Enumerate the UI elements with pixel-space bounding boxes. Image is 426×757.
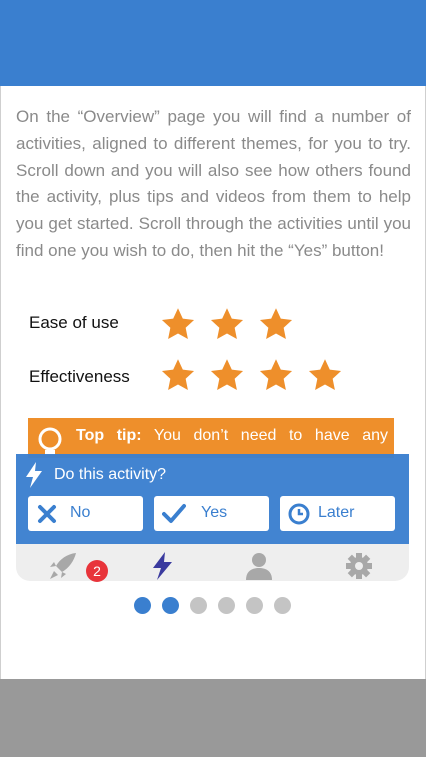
- top-header-bar: [0, 0, 426, 86]
- page-dot[interactable]: [218, 597, 235, 614]
- page-dot[interactable]: [246, 597, 263, 614]
- yes-button[interactable]: Yes: [154, 496, 269, 531]
- bottom-tab-bar: 2: [16, 544, 409, 582]
- clock-icon: [288, 503, 310, 525]
- effectiveness-stars: [160, 357, 356, 393]
- star-icon: [160, 306, 196, 342]
- tip-text: Top tip: You don’t need to have any: [76, 427, 388, 445]
- notification-badge: 2: [86, 560, 108, 582]
- page-dot[interactable]: [162, 597, 179, 614]
- tip-title: Top tip:: [76, 427, 142, 444]
- rating-label-effectiveness: Effectiveness: [29, 367, 130, 386]
- star-icon: [209, 357, 245, 393]
- ease-stars: [160, 306, 307, 342]
- star-icon: [258, 306, 294, 342]
- bolt-icon: [25, 462, 43, 488]
- pagination-dots: [134, 597, 302, 614]
- page-dot[interactable]: [134, 597, 151, 614]
- star-icon: [307, 357, 343, 393]
- tip-body: You don’t need to have any: [153, 427, 389, 444]
- bottom-background: [0, 679, 426, 757]
- intro-text: On the “Overview” page you will find a n…: [16, 107, 411, 260]
- rating-label-ease: Ease of use: [29, 313, 119, 332]
- top-tip-banner: Top tip: You don’t need to have any: [28, 418, 394, 458]
- activity-prompt-panel: Do this activity? No Yes Later: [16, 454, 409, 544]
- close-icon: [36, 503, 58, 525]
- star-icon: [258, 357, 294, 393]
- page-dot[interactable]: [190, 597, 207, 614]
- yes-button-label: Yes: [201, 504, 228, 521]
- star-icon: [160, 357, 196, 393]
- prompt-question: Do this activity?: [54, 466, 167, 483]
- person-icon[interactable]: [244, 552, 274, 580]
- bolt-icon[interactable]: [147, 552, 177, 580]
- star-icon: [209, 306, 245, 342]
- later-button[interactable]: Later: [280, 496, 395, 531]
- checkmark-icon: [162, 503, 186, 525]
- no-button[interactable]: No: [28, 496, 143, 531]
- gear-icon[interactable]: [344, 552, 374, 580]
- rocket-icon[interactable]: [48, 552, 78, 580]
- later-button-label: Later: [318, 504, 355, 521]
- no-button-label: No: [70, 504, 91, 521]
- page-dot[interactable]: [274, 597, 291, 614]
